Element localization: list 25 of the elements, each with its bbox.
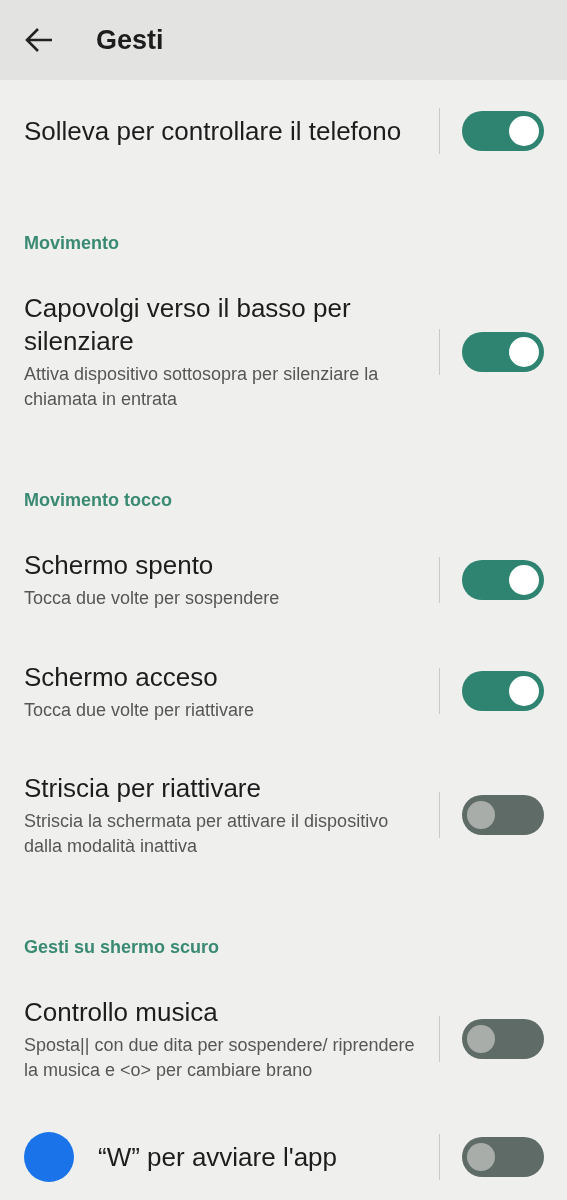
app-icon (24, 1132, 74, 1182)
setting-title: Controllo musica (24, 996, 219, 1029)
page-title: Gesti (96, 23, 164, 57)
setting-title: Striscia per riattivare (24, 772, 262, 805)
setting-title: Schermo acceso (24, 660, 219, 694)
back-arrow-icon[interactable] (24, 27, 54, 53)
section-header: Movimento tocco (24, 489, 173, 512)
setting-description: Tocca due volte per riattivare (24, 698, 256, 722)
section-header: Gesti su shermo scuro (24, 936, 221, 959)
toggle-switch[interactable] (462, 331, 544, 372)
setting-title: Capovolgi verso il basso per silenziare (24, 292, 352, 358)
toggle-switch[interactable] (462, 111, 544, 151)
setting-description: Tocca due volte per sospendere (24, 587, 281, 610)
toggle-switch[interactable] (462, 1137, 544, 1177)
setting-description: Attiva dispositivo sottosopra per silenziare la chiamata in entrata (24, 363, 380, 411)
toggle-switch[interactable] (462, 795, 544, 835)
setting-title: “W” per avviare l'app (98, 1140, 339, 1174)
toggle-switch[interactable] (462, 1019, 544, 1059)
toggle-switch[interactable] (462, 559, 544, 600)
section-header: Movimento (24, 232, 120, 255)
setting-description: Sposta|| con due dita per sospendere/ riprendere la musica e <o> per cambiare brano (24, 1034, 416, 1082)
setting-title: Solleva per controllare il telefono (24, 114, 403, 148)
setting-title: Schermo spento (24, 549, 215, 582)
toggle-switch[interactable] (462, 671, 544, 712)
setting-description: Striscia la schermata per attivare il dispositivo dalla modalità inattiva (24, 810, 390, 858)
